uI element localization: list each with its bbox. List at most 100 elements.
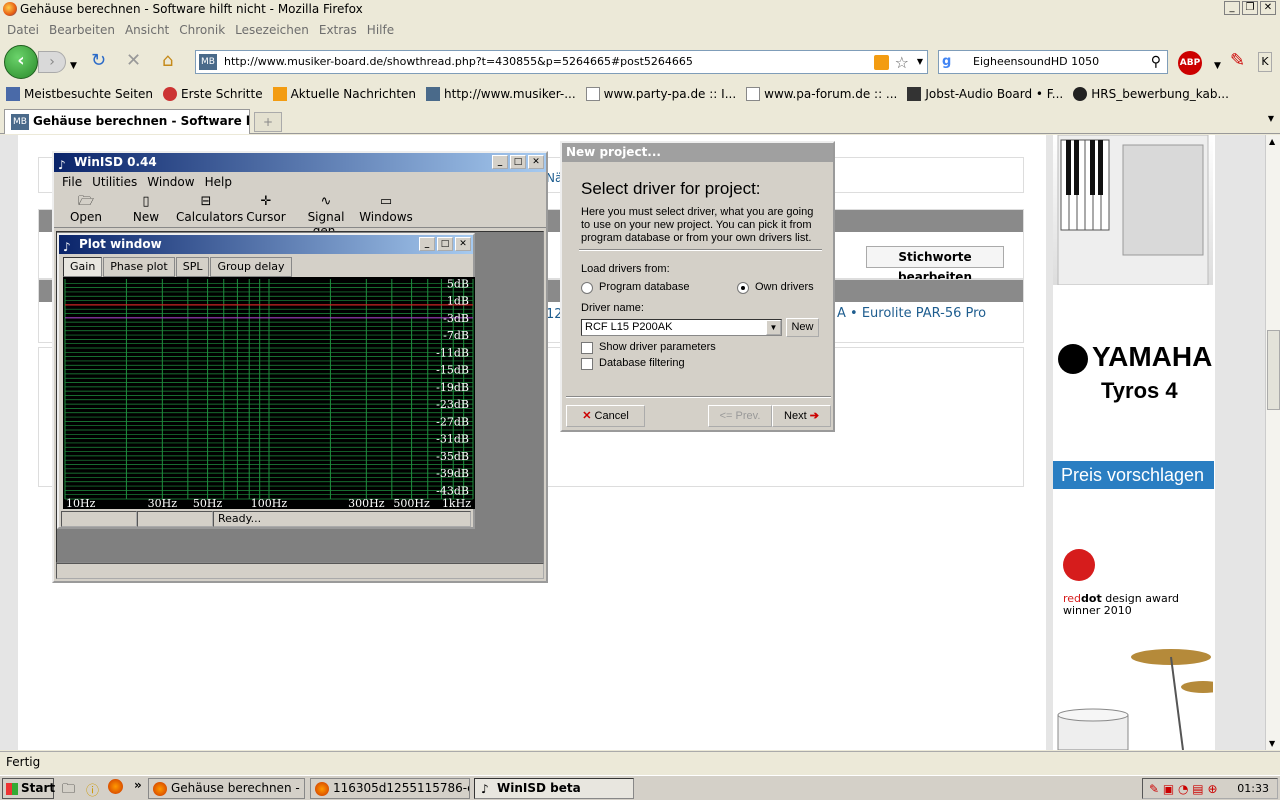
suggest-price-button[interactable]: Preis vorschlagen	[1053, 461, 1214, 489]
bookmark-star-icon[interactable]: ☆	[895, 52, 909, 74]
menu-file[interactable]: File	[58, 172, 88, 192]
bookmark-item[interactable]: HRS_bewerbung_kab...	[1073, 87, 1229, 101]
plot-status-text: Ready...	[213, 511, 471, 527]
cursor-button[interactable]: ✛ Cursor	[236, 194, 296, 224]
close-button[interactable]: ✕	[1260, 1, 1276, 15]
chevron-down-icon[interactable]: ▼	[766, 320, 781, 335]
back-button[interactable]: ‹	[4, 45, 38, 79]
tab-list-icon[interactable]: ▼	[1268, 114, 1274, 123]
minimize-button[interactable]: _	[492, 155, 508, 169]
bookmark-item[interactable]: www.pa-forum.de :: ...	[746, 87, 897, 101]
maximize-button[interactable]: □	[437, 237, 453, 251]
addon-icon[interactable]: ✎	[1230, 52, 1245, 70]
winisd-title-bar[interactable]: ♪ WinISD 0.44 _ □ ✕	[54, 153, 546, 172]
calculators-button[interactable]: ⊟ Calculators	[176, 194, 243, 224]
forward-button[interactable]: ›	[38, 51, 66, 73]
radio-own-label[interactable]: Own drivers	[755, 281, 814, 293]
adblock-dropdown-icon[interactable]: ▼	[1214, 57, 1221, 75]
restore-button[interactable]: ❐	[1242, 1, 1258, 15]
menu-bearbeiten[interactable]: Bearbeiten	[44, 21, 120, 41]
menu-datei[interactable]: Datei	[2, 21, 44, 41]
tab-spl[interactable]: SPL	[175, 257, 210, 277]
bookmark-item[interactable]: Jobst-Audio Board • F...	[907, 87, 1063, 101]
x-axis-label: 300Hz	[348, 497, 385, 509]
new-driver-button[interactable]: New	[786, 318, 819, 337]
page-scrollbar[interactable]: ▲ ▼	[1265, 135, 1280, 750]
scroll-down-icon[interactable]: ▼	[1269, 739, 1275, 748]
edit-tags-button[interactable]: Stichworte bearbeiten	[866, 246, 1004, 284]
firefox-quicklaunch-icon[interactable]	[108, 779, 123, 794]
google-icon[interactable]: g	[942, 54, 951, 70]
scroll-up-icon[interactable]: ▲	[1269, 137, 1275, 146]
task-image[interactable]: 116305d1255115786-er...	[310, 778, 470, 799]
show-params-checkbox[interactable]	[581, 342, 593, 354]
related-thread-link[interactable]: A • Eurolite PAR-56 Pro	[837, 306, 986, 321]
cancel-button[interactable]: ✕ Cancel	[566, 405, 645, 427]
folder-icon[interactable]: 🗀	[62, 780, 75, 800]
search-bar[interactable]: g EigheensoundHD 1050 ⚲	[938, 50, 1168, 74]
radio-program-label[interactable]: Program database	[599, 281, 690, 293]
driver-select[interactable]: RCF L15 P200AK ▼	[581, 319, 782, 336]
tab-gain[interactable]: Gain	[63, 257, 103, 277]
open-button[interactable]: 🗁 Open	[56, 194, 116, 224]
db-filter-label[interactable]: Database filtering	[599, 357, 685, 369]
menu-window[interactable]: Window	[143, 172, 200, 192]
new-tab-button[interactable]: +	[254, 112, 282, 132]
prev-button[interactable]: <= Prev.	[708, 405, 772, 427]
dialog-description: Here you must select driver, what you ar…	[581, 206, 814, 244]
rss-icon[interactable]	[874, 55, 889, 70]
maximize-button[interactable]: □	[510, 155, 526, 169]
url-dropdown-icon[interactable]: ▼	[917, 51, 923, 73]
minimize-button[interactable]: _	[1224, 1, 1240, 15]
history-dropdown-icon[interactable]: ▼	[70, 57, 77, 75]
adblock-icon[interactable]: ABP	[1178, 51, 1202, 75]
reload-icon[interactable]: ↻	[91, 52, 106, 70]
menu-chronik[interactable]: Chronik	[174, 21, 230, 41]
clock[interactable]: 01:33	[1237, 782, 1269, 795]
scroll-thumb[interactable]	[1267, 330, 1280, 410]
menu-extras[interactable]: Extras	[314, 21, 362, 41]
tab-phase-plot[interactable]: Phase plot	[103, 257, 175, 277]
start-button[interactable]: Start	[2, 778, 55, 799]
url-text: http://www.musiker-board.de/showthread.p…	[224, 55, 693, 68]
task-winisd[interactable]: ♪ WinISD beta	[474, 778, 634, 799]
tab-group-delay[interactable]: Group delay	[210, 257, 292, 277]
home-icon[interactable]: ⌂	[162, 52, 173, 70]
plot-title-bar[interactable]: ♪ Plot window _ □ ✕	[59, 235, 473, 254]
db-filter-checkbox[interactable]	[581, 358, 593, 370]
bookmark-item[interactable]: Meistbesuchte Seiten	[6, 87, 153, 101]
menu-ansicht[interactable]: Ansicht	[120, 21, 174, 41]
more-icon[interactable]: »	[134, 778, 142, 792]
close-button[interactable]: ✕	[455, 237, 471, 251]
bookmark-item[interactable]: www.party-pa.de :: I...	[585, 87, 736, 101]
tab-active[interactable]: MB Gehäuse berechnen - Software hilft ..…	[4, 109, 250, 134]
gain-plot[interactable]: 5dB 1dB -3dB -7dB -11dB -15dB -19dB -23dB -27dB -…	[63, 277, 475, 509]
plot-window: ♪ Plot window _ □ ✕ Gain Phase plot SPL …	[57, 233, 475, 529]
task-firefox[interactable]: Gehäuse berechnen - So...	[148, 778, 305, 799]
url-bar[interactable]: MB http://www.musiker-board.de/showthrea…	[195, 50, 928, 74]
info-icon[interactable]: ⓘ	[86, 780, 99, 799]
bookmark-item[interactable]: http://www.musiker-...	[426, 87, 576, 101]
bookmark-item[interactable]: Aktuelle Nachrichten	[272, 87, 416, 101]
menu-hilfe[interactable]: Hilfe	[362, 21, 399, 41]
advertisement[interactable]: YAMAHA Tyros 4 Preis vorschlagen reddot …	[1053, 135, 1215, 750]
dialog-title[interactable]: New project...	[562, 143, 833, 162]
next-button[interactable]: Next ➔	[772, 405, 831, 427]
menu-utilities[interactable]: Utilities	[88, 172, 143, 192]
bookmark-item[interactable]: Erste Schritte	[163, 87, 263, 101]
radio-program-database[interactable]	[581, 282, 593, 294]
menu-lesezeichen[interactable]: Lesezeichen	[230, 21, 314, 41]
menu-help[interactable]: Help	[201, 172, 238, 192]
addon-k-icon[interactable]: K	[1258, 52, 1272, 72]
tray-icons[interactable]: ✎ ▣ ◔ ▤ ⊕	[1149, 780, 1218, 799]
minimize-button[interactable]: _	[419, 237, 435, 251]
windows-button[interactable]: ▭ Windows	[356, 194, 416, 224]
close-button[interactable]: ✕	[528, 155, 544, 169]
search-icon[interactable]: ⚲	[1151, 51, 1161, 73]
new-button[interactable]: ▯ New	[116, 194, 176, 224]
driver-select-value: RCF L15 P200AK	[585, 321, 673, 333]
stop-icon[interactable]: ✕	[126, 52, 141, 70]
radio-own-drivers[interactable]	[737, 282, 749, 294]
show-params-label[interactable]: Show driver parameters	[599, 341, 716, 353]
x-axis-label: 30Hz	[148, 497, 178, 509]
